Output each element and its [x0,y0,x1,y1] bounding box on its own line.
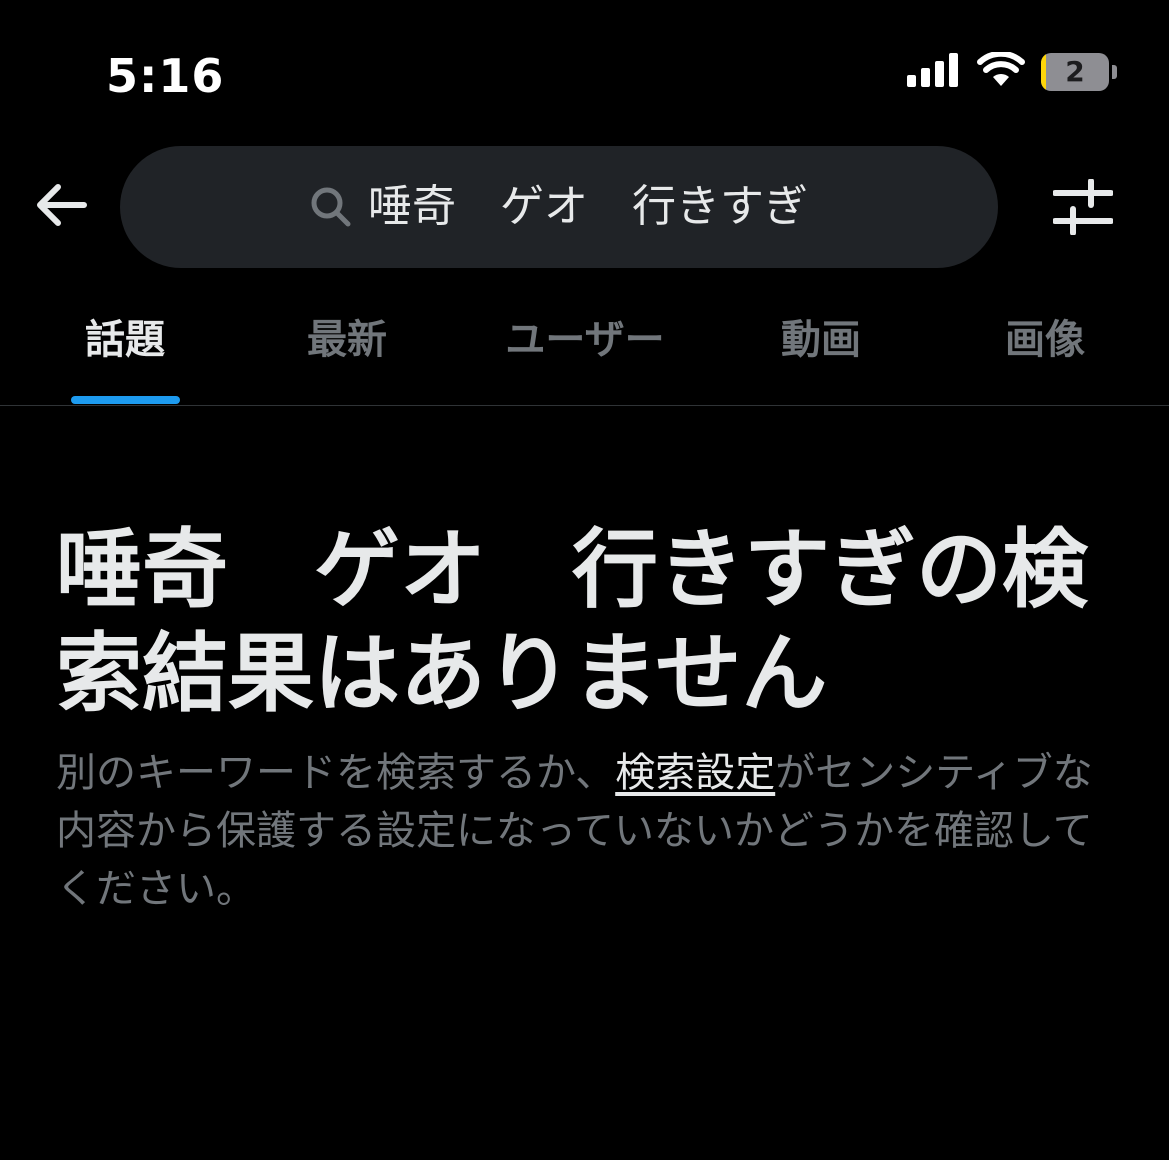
battery-icon: 2 [1041,53,1109,91]
tab-top[interactable]: 話題 [60,290,190,405]
sliders-icon [1052,178,1114,239]
tab-media[interactable]: 画像 [980,290,1110,405]
status-bar: 5:16 2 [0,0,1169,130]
tab-label: 話題 [85,317,165,363]
status-icons: 2 [907,50,1117,92]
tab-label: ユーザー [505,317,665,363]
back-button[interactable] [30,176,92,238]
battery-text: 2 [1065,55,1085,88]
tab-videos[interactable]: 動画 [756,290,886,405]
cellular-signal-icon [907,53,961,91]
status-time: 5:16 [106,49,225,103]
empty-state-description: 別のキーワードを検索するか、検索設定がセンシティブな内容から保護する設定になって… [56,744,1116,918]
tab-label: 最新 [307,317,387,363]
search-input[interactable]: 唾奇 ゲオ 行きすぎ [120,146,998,268]
active-tab-indicator [71,396,180,404]
search-tabs: 話題 最新 ユーザー 動画 画像 [0,290,1169,406]
arrow-left-icon [34,183,88,231]
wifi-icon [977,50,1025,92]
empty-state-desc-before: 別のキーワードを検索するか、 [56,750,616,796]
battery-nub [1112,65,1117,79]
search-query-text: 唾奇 ゲオ 行きすぎ [368,181,808,232]
search-filter-button[interactable] [1050,176,1116,242]
tab-people[interactable]: ユーザー [480,290,690,405]
empty-state-title: 唾奇 ゲオ 行きすぎの検索結果はありません [56,520,1088,724]
tab-latest[interactable]: 最新 [282,290,412,405]
tab-label: 動画 [781,317,861,363]
search-settings-link[interactable]: 検索設定 [615,750,775,796]
tab-label: 画像 [1005,317,1085,363]
search-header: 唾奇 ゲオ 行きすぎ [0,146,1169,268]
search-icon [310,185,354,229]
